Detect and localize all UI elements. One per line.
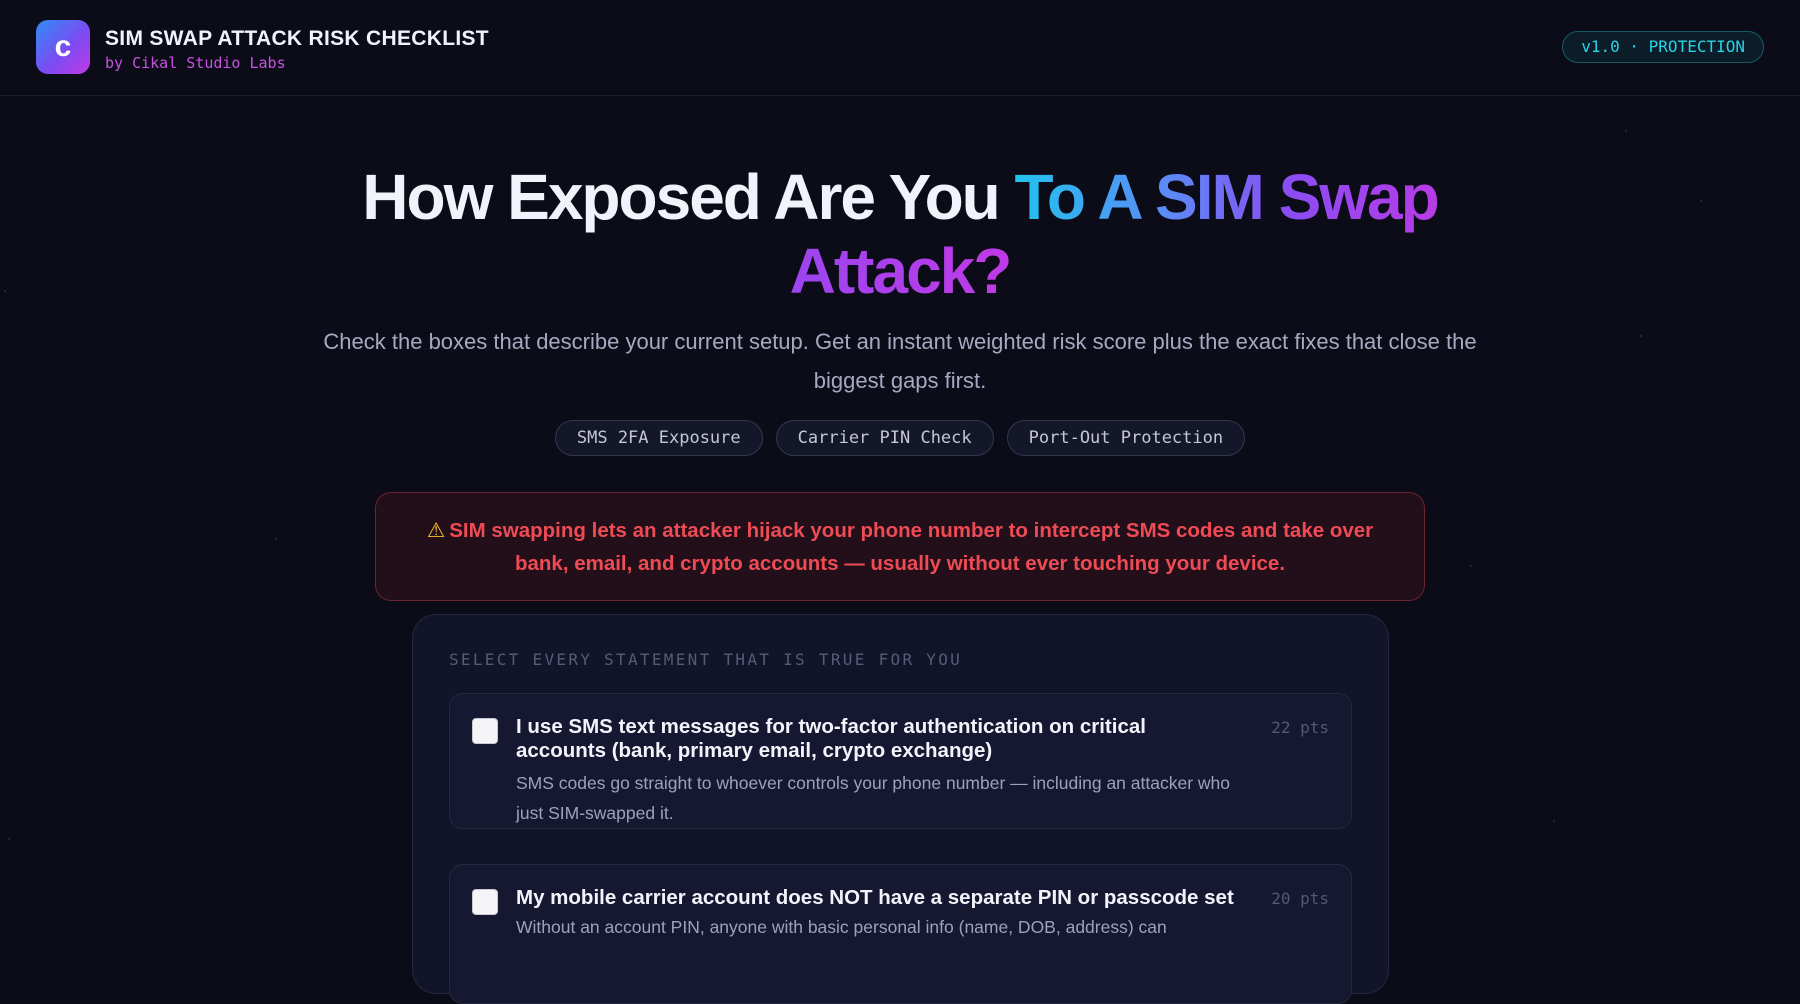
alert-text: SIM swapping lets an attacker hijack you… bbox=[449, 519, 1374, 575]
hero-title-white: How Exposed Are You bbox=[362, 161, 1000, 233]
item-title: I use SMS text messages for two-factor a… bbox=[516, 715, 1146, 762]
checkbox[interactable] bbox=[472, 889, 498, 915]
item-description: Without an account PIN, anyone with basi… bbox=[516, 917, 1167, 937]
checkbox[interactable] bbox=[472, 718, 498, 744]
checklist-item[interactable]: I use SMS text messages for two-factor a… bbox=[449, 693, 1352, 829]
pill-sms-2fa: SMS 2FA Exposure bbox=[554, 420, 763, 456]
app-header: c SIM SWAP ATTACK RISK CHECKLIST by Cika… bbox=[0, 0, 1800, 96]
background-star bbox=[275, 538, 277, 540]
background-star bbox=[1640, 335, 1642, 337]
warning-icon: ⚠ bbox=[426, 519, 446, 542]
item-title: My mobile carrier account does NOT have … bbox=[516, 886, 1234, 909]
hero-title-line2: Attack? bbox=[0, 234, 1800, 308]
pill-carrier-pin: Carrier PIN Check bbox=[775, 420, 994, 456]
warning-alert: ⚠ SIM swapping lets an attacker hijack yo… bbox=[375, 492, 1425, 601]
background-star bbox=[1553, 820, 1555, 822]
item-points: 22 pts bbox=[1271, 718, 1329, 737]
background-star bbox=[1470, 565, 1472, 567]
background-star bbox=[1625, 130, 1627, 132]
checklist-item[interactable]: My mobile carrier account does NOT have … bbox=[449, 864, 1352, 1004]
item-description: SMS codes go straight to whoever control… bbox=[516, 773, 1230, 823]
app-title: SIM SWAP ATTACK RISK CHECKLIST bbox=[105, 27, 489, 50]
hero-subtitle: Check the boxes that describe your curre… bbox=[323, 329, 1477, 393]
app-subtitle: by Cikal Studio Labs bbox=[105, 54, 286, 72]
logo-letter: c bbox=[54, 30, 72, 63]
version-badge: v1.0 · PROTECTION bbox=[1562, 31, 1764, 63]
checklist-heading: SELECT EVERY STATEMENT THAT IS TRUE FOR … bbox=[449, 650, 963, 669]
hero-title-line1: How Exposed Are You To A SIM Swap bbox=[0, 160, 1800, 234]
topic-pills: SMS 2FA Exposure Carrier PIN Check Port-… bbox=[0, 420, 1800, 456]
pill-port-out: Port-Out Protection bbox=[1006, 420, 1246, 456]
item-points: 20 pts bbox=[1271, 889, 1329, 908]
checklist-card: SELECT EVERY STATEMENT THAT IS TRUE FOR … bbox=[412, 614, 1389, 1004]
logo-icon[interactable]: c bbox=[36, 20, 90, 74]
hero-title-attack: Attack? bbox=[789, 235, 1013, 307]
background-star bbox=[8, 838, 10, 840]
hero-title-gradient: To A SIM Swap bbox=[1014, 161, 1440, 233]
